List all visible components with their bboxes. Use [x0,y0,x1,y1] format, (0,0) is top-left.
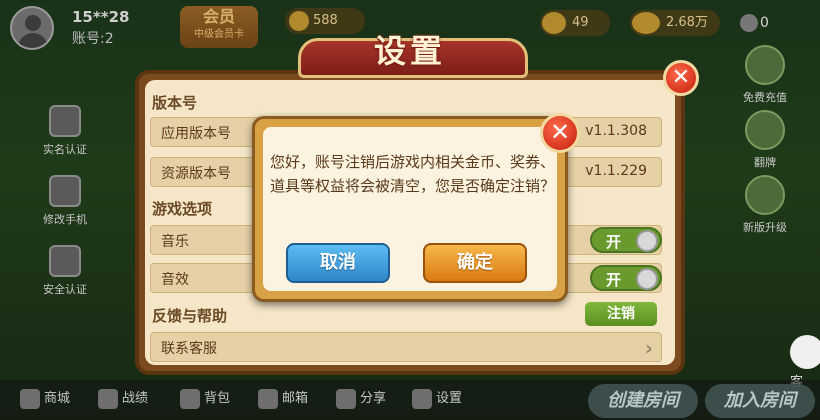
side-item-verify[interactable]: 实名认证 [30,105,100,157]
side-item-change-phone[interactable]: 修改手机 [30,175,100,227]
contact-service-label: 联系客服 [161,341,217,357]
bottom-item-shop[interactable]: 商城 [20,388,70,410]
gold-value: 2.68万 [666,15,708,30]
ticket-icon [740,14,758,32]
mail-icon [258,389,278,409]
gold-ingot-icon [632,12,660,34]
music-toggle-label: 开 [606,233,622,251]
bottom-item-mail[interactable]: 邮箱 [258,388,308,410]
coin-icon [289,11,309,31]
sound-toggle[interactable]: 开 [590,265,662,291]
chevron-right-icon: › [644,336,653,360]
sound-label: 音效 [161,272,189,288]
ticket-counter[interactable]: 0 [740,10,810,36]
close-icon: ✕ [549,118,571,146]
app-version-value: v1.1.308 [585,123,647,139]
diamond-counter[interactable]: 49 [540,10,610,36]
share-icon [336,389,356,409]
gold-counter[interactable]: 2.68万 [630,10,720,36]
version-section-label: 版本号 [152,94,198,112]
id-card-icon [49,105,81,137]
side-item-label: 安全认证 [43,283,87,296]
side-item-label: 实名认证 [43,143,87,156]
headset-icon [790,335,820,369]
logout-button[interactable]: 注销 [585,302,657,326]
avatar[interactable] [10,6,54,50]
vip-subtitle: 中级会员卡 [194,29,244,40]
upgrade-icon [745,175,785,215]
bottom-item-label: 商城 [44,391,71,406]
toggle-knob [636,230,658,252]
bottom-item-settings[interactable]: 设置 [412,388,462,410]
close-icon: ✕ [671,65,691,90]
diamond-icon [542,12,566,34]
side-item-upgrade[interactable]: 新版升级 [735,175,795,235]
game-options-label: 游戏选项 [152,200,213,218]
shop-icon [20,389,40,409]
confirm-dialog-message: 您好，账号注销后游戏内相关金币、奖券、道具等权益将会被清空，您是否确定注销？ [270,153,556,195]
resource-version-label: 资源版本号 [161,166,231,182]
side-item-label: 免费充值 [743,91,787,104]
bottom-item-records[interactable]: 战绩 [98,388,148,410]
side-item-security[interactable]: 安全认证 [30,245,100,297]
shield-icon [49,245,81,277]
username: 15**28 [72,8,130,26]
create-room-button[interactable]: 创建房间 [588,384,698,418]
phone-icon [49,175,81,207]
dialog-close-button[interactable]: ✕ [540,113,580,153]
diamond-value: 49 [572,15,589,30]
vip-title: 会员 [202,7,235,26]
bottom-item-label: 分享 [360,391,387,406]
free-recharge-icon [745,45,785,85]
sound-toggle-label: 开 [606,271,622,289]
account-id: 账号:2 [72,31,114,47]
bottom-item-label: 邮箱 [282,391,309,406]
bottom-item-label: 设置 [436,391,463,406]
side-item-label: 修改手机 [43,213,87,226]
settings-title: 设置 [373,32,446,70]
join-room-button[interactable]: 加入房间 [705,384,815,418]
bag-icon [180,389,200,409]
settings-close-button[interactable]: ✕ [663,60,699,96]
bottom-item-share[interactable]: 分享 [336,388,386,410]
ticket-value: 0 [760,15,769,31]
vip-card[interactable]: 会员 中级会员卡 [180,6,258,48]
gear-icon [412,389,432,409]
side-item-free-recharge[interactable]: 免费充值 [735,45,795,105]
confirm-button[interactable]: 确定 [423,243,527,283]
resource-version-value: v1.1.229 [585,163,647,179]
feedback-section-label: 反馈与帮助 [152,307,228,325]
side-item-label: 新版升级 [743,221,787,234]
toggle-knob [636,268,658,290]
cancel-button[interactable]: 取消 [286,243,390,283]
side-item-flip[interactable]: 翻牌 [735,110,795,170]
app-version-label: 应用版本号 [161,126,231,142]
bottom-item-label: 战绩 [122,391,149,406]
bottom-item-bag[interactable]: 背包 [180,388,230,410]
contact-service-row[interactable]: 联系客服 › [150,332,662,362]
trophy-icon [98,389,118,409]
bottom-item-label: 背包 [204,391,231,406]
music-label: 音乐 [161,234,189,250]
flip-icon [745,110,785,150]
music-toggle[interactable]: 开 [590,227,662,253]
side-item-label: 翻牌 [754,156,776,169]
